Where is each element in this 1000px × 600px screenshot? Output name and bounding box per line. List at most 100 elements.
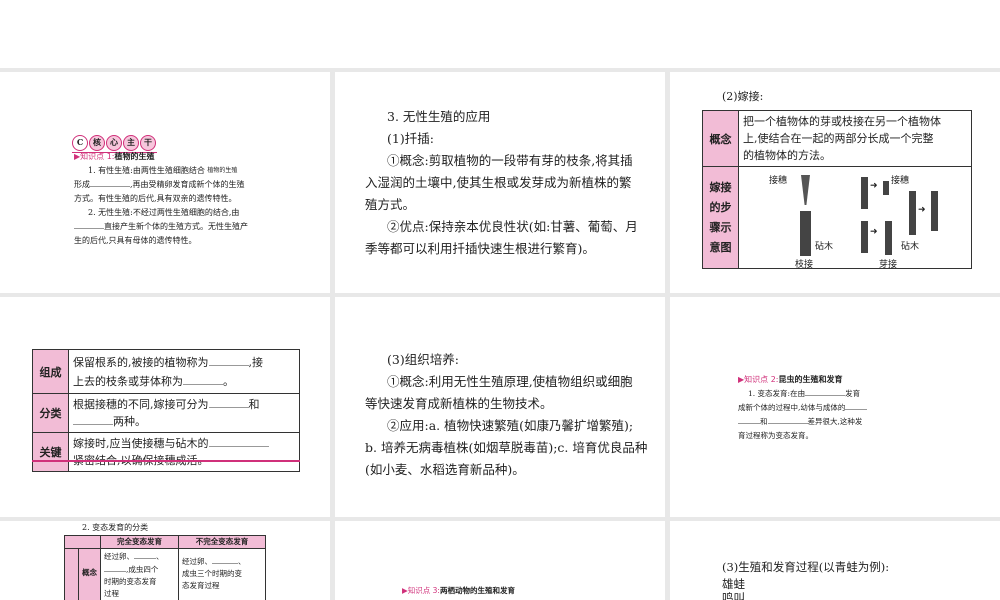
answer-blank: [208, 357, 249, 366]
column-header: 完全变态发育: [100, 535, 179, 549]
banner-char: 核: [89, 135, 105, 151]
text: 1. 变态发育:在由: [748, 389, 806, 398]
cell: 经过卵、 、成虫三个时期的变 态发育过程: [178, 548, 266, 600]
label-line: 的步: [709, 200, 732, 214]
cell: 根据接穗的不同,嫁接可分为 和两种。: [68, 393, 300, 433]
label-line: 骤示: [709, 220, 732, 234]
stem-shape: [885, 221, 892, 255]
slide-thumbnail-2[interactable]: 3. 无性生殖的应用 (1)扦插: ①概念:剪取植物的一段带有芽的枝条,将其插 …: [335, 72, 665, 293]
text: 两种。: [113, 415, 146, 428]
stem-shape: [909, 191, 916, 235]
slide-thumbnail-7[interactable]: 2. 变态发育的分类 完全变态发育 不完全变态发育 概念 经过卵、、 ,成虫四个 时期…: [0, 521, 330, 600]
label-line: 嫁接: [709, 180, 732, 194]
text-line: 2. 无性生殖:不经过两性生殖细胞的结合,由: [88, 208, 240, 217]
text: 成虫三个时期的变: [182, 569, 242, 578]
text-line: 把一个植物体的芽或枝接在另一个植物体: [743, 115, 941, 128]
bud-shape: [883, 181, 889, 195]
section-title: (2)嫁接:: [722, 90, 764, 103]
slide-thumbnail-1[interactable]: C核心主干 ▶知识点 1:植物的生殖 1. 有性生殖:由两性生殖细胞结合 植物的…: [0, 72, 330, 293]
slide-thumbnail-3[interactable]: (2)嫁接: 概念 把一个植物体的芽或枝接在另一个植物体 上,使结合在一起的两部分…: [670, 72, 1000, 293]
answer-blank: [73, 416, 113, 425]
row-label: 嫁接 的步 骤示 意图: [702, 166, 739, 269]
text-line: 季等都可以利用扦插快速生根进行繁育)。: [365, 241, 595, 256]
text: 嫁接时,应当使接穗与砧木的: [73, 437, 209, 450]
text: 。: [223, 374, 234, 388]
section-title: 2. 变态发育的分类: [82, 523, 149, 532]
text: 过程: [104, 589, 119, 598]
arrow-icon: ➜: [870, 181, 878, 191]
answer-blank: [767, 415, 808, 424]
text: 保留根系的,被接的植物称为: [73, 355, 209, 369]
text: 时期的变态发育: [104, 577, 157, 586]
diagram-label: 接穗: [769, 176, 788, 186]
answer-blank: [90, 178, 130, 187]
text: 成新个体的过程中,幼体与成体的: [738, 403, 846, 412]
text: 和: [760, 417, 768, 426]
slide-thumbnail-4[interactable]: 组成 保留根系的,被接的植物称为 ,接 上去的枝条或芽体称为 。 分类 根据接穗的不同…: [0, 297, 330, 517]
text-line: 上,使结合在一起的两部分长成一个完整: [743, 132, 934, 145]
text-line: 雄蛙: [722, 577, 745, 591]
text-line: 方式。有性生殖的后代,具有双亲的遗传特性。: [74, 194, 237, 203]
slide-thumbnail-6[interactable]: ▶知识点 2:昆虫的生殖和发育 1. 变态发育:在由 发育 成新个体的过程中,幼体…: [670, 297, 1000, 517]
subsection-title: (3)组织培养:: [387, 352, 459, 367]
text: 差异很大,这种发: [807, 417, 863, 426]
text: 、: [238, 557, 246, 566]
text: 经过卵、: [182, 557, 212, 566]
kp-title: 植物的生殖: [114, 152, 155, 161]
label-line: 意图: [709, 240, 732, 254]
slide-thumbnail-8[interactable]: ▶知识点 3:两栖动物的生殖和发育: [335, 521, 665, 600]
kp-label: 知识点 1:: [80, 152, 115, 161]
text: 育过程称为变态发育。: [738, 431, 813, 440]
scion-shape: [801, 175, 810, 205]
subsection-title: (1)扦插:: [387, 131, 434, 146]
text: 发育: [845, 389, 861, 398]
text-line: ①概念:利用无性生殖原理,使植物组织或细胞: [387, 374, 633, 389]
text-line: 生的后代,只具有母体的遗传特性。: [74, 236, 197, 245]
text-line: 等快速发育成新植株的生物技术。: [365, 396, 553, 411]
slide-body: 雄蛙 鸣叫: [722, 577, 745, 600]
text: ,成虫四个: [126, 565, 159, 574]
kp-title: 昆虫的生殖和发育: [778, 375, 843, 384]
column-header: 不完全变态发育: [178, 535, 266, 549]
knowledge-point-heading: ▶知识点 1:植物的生殖: [74, 150, 154, 164]
section-title: 3. 无性生殖的应用: [387, 109, 491, 124]
table-bottom-rule: [32, 460, 300, 462]
text: 上去的枝条或芽体称为: [73, 374, 183, 388]
answer-blank: [805, 387, 846, 396]
row-label: 概念: [702, 110, 739, 167]
grafting-table: 概念 把一个植物体的芽或枝接在另一个植物体 上,使结合在一起的两部分长成一个完整的…: [702, 110, 972, 270]
kp-title: 两栖动物的生殖和发育: [439, 586, 515, 595]
cell: 嫁接时,应当使接穗与砧木的 紧密结合,以确保接穗成活。: [68, 432, 300, 472]
handwritten-note: 植物的生殖: [207, 167, 238, 174]
text: 、: [156, 552, 164, 561]
diagram-label: 砧木: [815, 242, 834, 252]
answer-blank: [74, 220, 104, 229]
slide-body: 1. 变态发育:在由 发育 成新个体的过程中,幼体与成体的 和 差异很大,这种发 育…: [738, 387, 908, 443]
diagram-label: 枝接: [795, 260, 814, 270]
answer-blank: [134, 550, 156, 559]
text-line: 入湿润的土壤中,使其生根或发芽成为新植株的繁: [365, 175, 632, 190]
banner-logo-icon: C: [72, 135, 88, 151]
text: 经过卵、: [104, 552, 134, 561]
header-blank: [64, 535, 101, 549]
answer-blank: [208, 399, 249, 408]
answer-blank: [212, 555, 238, 564]
stem-shape: [931, 191, 938, 231]
knowledge-point-heading: ▶知识点 2:昆虫的生殖和发育: [738, 373, 842, 387]
diagram-label: 砧木: [901, 242, 920, 252]
row-label: 概念: [78, 548, 101, 600]
text-line: 1. 有性生殖:由两性生殖细胞结合: [88, 166, 205, 175]
metamorphosis-table: 完全变态发育 不完全变态发育 概念 经过卵、、 ,成虫四个 时期的变态发育 过程 经过卵…: [64, 535, 266, 600]
slide-thumbnail-5[interactable]: (3)组织培养: ①概念:利用无性生殖原理,使植物组织或细胞 等快速发育成新植株…: [335, 297, 665, 517]
banner-char: 心: [106, 135, 122, 151]
slide-body: 1. 有性生殖:由两性生殖细胞结合 植物的生殖 形成 ,再由受精卵发育成新个体的生…: [74, 164, 314, 248]
text: 根据接穗的不同,嫁接可分为: [73, 398, 209, 411]
text-line: (如小麦、水稻选育新品种)。: [365, 462, 525, 477]
cell: 保留根系的,被接的植物称为 ,接 上去的枝条或芽体称为 。: [68, 349, 300, 394]
slide-body: (3)组织培养: ①概念:利用无性生殖原理,使植物组织或细胞 等快速发育成新植株…: [365, 349, 665, 481]
text-line: 鸣叫: [722, 591, 745, 600]
row-label: 组成: [32, 349, 69, 394]
slide-thumbnail-9[interactable]: (3)生殖和发育过程(以青蛙为例): 雄蛙 鸣叫: [670, 521, 1000, 600]
arrow-icon: ➜: [870, 227, 878, 237]
rootstock-shape: [800, 211, 811, 256]
